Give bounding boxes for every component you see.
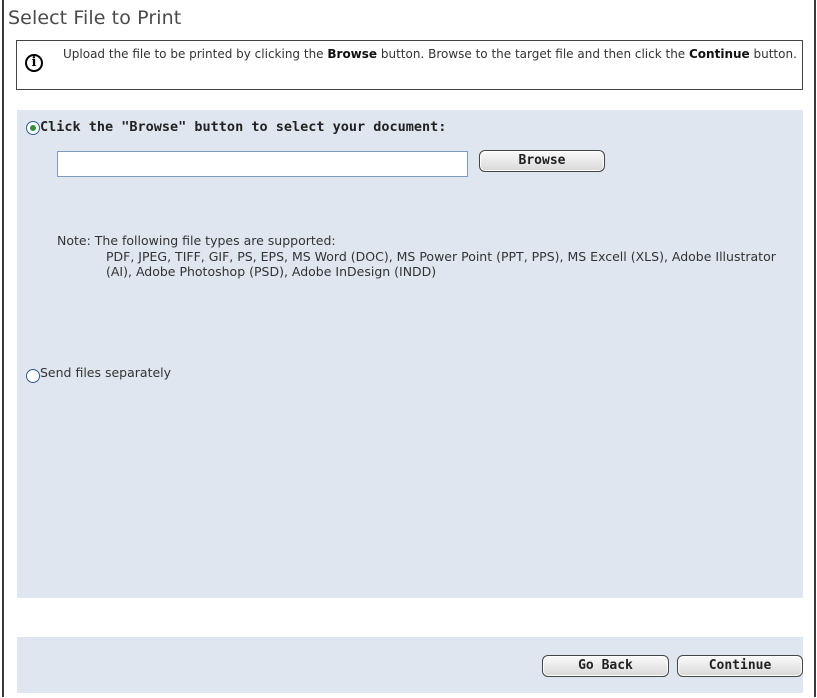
info-text: Upload the file to be printed by clickin… <box>63 47 798 62</box>
info-text-part: button. Browse to the target file and th… <box>377 47 689 61</box>
supported-types-note: Note: The following file types are suppo… <box>57 233 797 280</box>
options-panel <box>17 110 803 598</box>
info-continue-bold: Continue <box>689 47 750 61</box>
info-text-part: button. <box>749 47 797 61</box>
send-separately-radio[interactable] <box>26 369 40 383</box>
browse-button[interactable]: Browse <box>479 150 605 172</box>
upload-option-radio[interactable] <box>26 121 40 135</box>
page-title: Select File to Print <box>8 7 182 29</box>
note-prefix: Note: The following file types are suppo… <box>57 233 336 248</box>
info-text-part: Upload the file to be printed by clickin… <box>63 47 328 61</box>
go-back-button[interactable]: Go Back <box>542 655 669 677</box>
file-path-input[interactable] <box>57 151 468 177</box>
upload-option-label: Click the "Browse" button to select your… <box>40 119 447 135</box>
continue-button[interactable]: Continue <box>677 655 803 677</box>
note-file-types: PDF, JPEG, TIFF, GIF, PS, EPS, MS Word (… <box>106 248 776 280</box>
send-separately-label: Send files separately <box>40 365 172 380</box>
info-box: i Upload the file to be printed by click… <box>16 40 803 90</box>
info-icon: i <box>25 54 43 72</box>
info-browse-bold: Browse <box>327 47 378 61</box>
